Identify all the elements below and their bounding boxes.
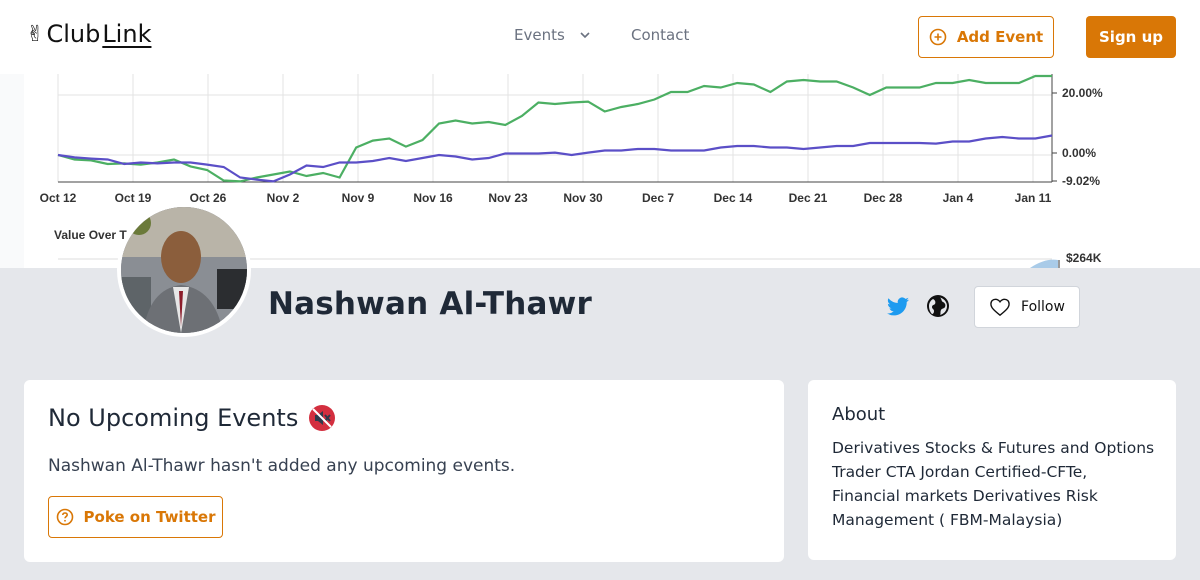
victory-hand-icon: ✌ xyxy=(26,21,45,47)
chart-x-tick-label: Jan 4 xyxy=(943,191,974,205)
add-event-label: Add Event xyxy=(956,28,1044,46)
chevron-down-icon xyxy=(580,32,590,39)
chart-x-tick-label: Dec 28 xyxy=(864,191,903,205)
profile-name: Nashwan Al-Thawr xyxy=(268,286,592,322)
heart-icon xyxy=(990,298,1010,317)
about-body: Derivatives Stocks & Futures and Options… xyxy=(832,439,1155,529)
poke-label: Poke on Twitter xyxy=(83,508,216,526)
add-event-button[interactable]: Add Event xyxy=(918,16,1054,58)
events-card-title: No Upcoming Events xyxy=(48,404,336,432)
plus-circle-icon xyxy=(929,28,947,46)
upcoming-events-card: No Upcoming Events Nashwan Al-Thawr hasn… xyxy=(24,380,784,562)
chart-x-tick-label: Oct 12 xyxy=(40,191,77,205)
nav-contact-link[interactable]: Contact xyxy=(631,26,689,44)
events-title-text: No Upcoming Events xyxy=(48,404,299,432)
nav-contact-label: Contact xyxy=(631,26,690,44)
logo-text-link: Link xyxy=(102,20,152,48)
profile-avatar xyxy=(117,203,251,337)
about-card: About Derivatives Stocks & Futures and O… xyxy=(808,380,1176,560)
about-title: About xyxy=(832,404,886,425)
chart-y-tick-label: 20.00% xyxy=(1062,86,1103,100)
chart-series-purple-line xyxy=(57,134,1053,183)
chart-x-tick-label: Oct 26 xyxy=(190,191,227,205)
logo-text-club: Club xyxy=(46,20,101,48)
lower-chart-ytick: $264K xyxy=(1066,251,1102,265)
clublink-logo[interactable]: ✌ Club Link xyxy=(26,20,151,48)
follow-button[interactable]: Follow xyxy=(974,286,1080,328)
chart-x-tick-label: Dec 21 xyxy=(789,191,828,205)
chart-x-tick-label: Dec 14 xyxy=(714,191,753,205)
poke-on-twitter-button[interactable]: Poke on Twitter xyxy=(48,496,223,538)
chart-x-tick-label: Nov 16 xyxy=(413,191,453,205)
sign-up-button[interactable]: Sign up xyxy=(1086,16,1176,58)
chart-y-tick-label: -9.02% xyxy=(1062,174,1100,188)
chart-x-tick-label: Nov 2 xyxy=(267,191,300,205)
lower-chart-title: Value Over T xyxy=(54,228,127,242)
top-navigation-bar: ✌ Club Link Events Contact Add Event Sign… xyxy=(0,0,1200,74)
nav-events-label: Events xyxy=(514,26,565,44)
nav-events-dropdown[interactable]: Events xyxy=(514,26,591,44)
muted-speaker-icon xyxy=(309,405,336,431)
avatar-photo xyxy=(121,207,247,333)
sign-up-label: Sign up xyxy=(1099,28,1163,46)
chart-x-tick-label: Oct 19 xyxy=(115,191,152,205)
follow-label: Follow xyxy=(1021,299,1065,315)
globe-icon[interactable] xyxy=(926,294,950,318)
chart-x-tick-label: Nov 9 xyxy=(342,191,375,205)
question-circle-icon xyxy=(56,508,73,526)
chart-y-tick-label: 0.00% xyxy=(1062,146,1096,160)
chart-x-tick-label: Nov 30 xyxy=(563,191,603,205)
chart-x-tick-label: Dec 7 xyxy=(642,191,674,205)
twitter-icon[interactable] xyxy=(886,295,910,319)
chart-x-tick-label: Jan 11 xyxy=(1015,191,1052,205)
events-card-subtitle: Nashwan Al-Thawr hasn't added any upcomi… xyxy=(48,456,516,476)
chart-x-tick-label: Nov 23 xyxy=(488,191,528,205)
